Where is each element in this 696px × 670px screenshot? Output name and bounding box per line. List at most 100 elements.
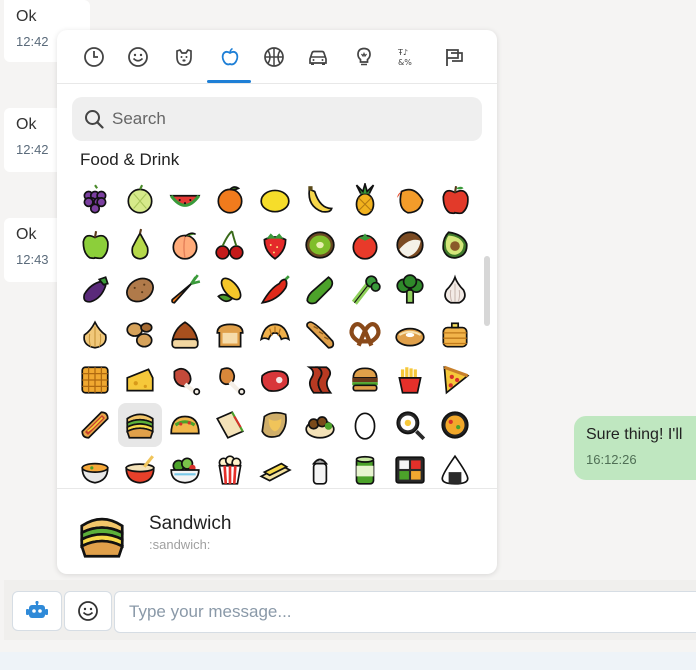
emoji-search-field[interactable]: Search [72,97,482,141]
category-tab-activity[interactable] [259,42,289,72]
poultry-leg-icon [219,367,246,396]
kiwi-icon [305,231,335,259]
emoji-pretzel[interactable] [343,313,387,357]
emoji-garlic[interactable] [433,268,477,312]
emoji-steak[interactable] [253,358,297,402]
hotdog-icon [81,411,109,439]
fried-egg-icon [396,411,426,441]
category-tab-flags[interactable] [439,42,469,72]
category-tab-recent[interactable] [79,42,109,72]
emoji-falafel[interactable] [298,403,342,447]
emoji-kiwi[interactable] [298,223,342,267]
emoji-red-apple[interactable] [433,178,477,222]
emoji-soup[interactable] [73,448,117,486]
popcorn-icon [218,455,242,485]
category-tab-people[interactable] [123,42,153,72]
message-input[interactable] [114,591,696,633]
section-title: Food & Drink [80,150,180,169]
emoji-cheese[interactable] [118,358,162,402]
canned-food-icon [355,455,375,485]
category-tab-objects[interactable] [349,42,379,72]
emoji-meat-on-bone[interactable] [163,358,207,402]
hot-pepper-icon [260,275,290,304]
emoji-banana[interactable] [298,178,342,222]
steak-icon [261,370,289,392]
emoji-bread[interactable] [208,313,252,357]
emoji-corn[interactable] [208,268,252,312]
emoji-cherries[interactable] [208,223,252,267]
emoji-salt[interactable] [298,448,342,486]
emoji-sandwich[interactable] [118,403,162,447]
emoji-hotdog[interactable] [73,403,117,447]
emoji-peach[interactable] [163,223,207,267]
emoji-fries[interactable] [388,358,432,402]
message-text: Ok [16,8,37,25]
lightbulb-icon [357,47,371,66]
emoji-green-apple[interactable] [73,223,117,267]
emoji-salad[interactable] [163,448,207,486]
category-tab-symbols[interactable]: Ŧ♪ &% [393,42,423,72]
emoji-butter[interactable] [253,448,297,486]
green-apple-icon [82,231,109,260]
emoji-taco[interactable] [163,403,207,447]
emoji-eggplant[interactable] [73,268,117,312]
emoji-mango[interactable] [388,178,432,222]
emoji-coconut[interactable] [388,223,432,267]
emoji-tamale[interactable] [253,403,297,447]
emoji-celery[interactable] [343,268,387,312]
bot-button[interactable] [12,591,62,631]
footer-band [0,652,696,670]
emoji-watermelon[interactable] [163,178,207,222]
emoji-baguette[interactable] [298,313,342,357]
emoji-bento[interactable] [388,448,432,486]
emoji-waffle[interactable] [73,358,117,402]
emoji-pineapple[interactable] [343,178,387,222]
emoji-canned-food[interactable] [343,448,387,486]
emoji-hot-pepper[interactable] [253,268,297,312]
garlic-icon [444,274,466,304]
emoji-grapes[interactable] [73,178,117,222]
emoji-hamburger[interactable] [343,358,387,402]
emoji-burrito[interactable] [208,403,252,447]
emoji-pizza[interactable] [433,358,477,402]
emoji-poultry-leg[interactable] [208,358,252,402]
emoji-paella[interactable] [433,403,477,447]
emoji-picker: Ŧ♪ &% Search Food & Drink Sandwich :sandw… [57,30,497,574]
emoji-strawberry[interactable] [253,223,297,267]
emoji-potato[interactable] [118,268,162,312]
svg-text:Ŧ♪: Ŧ♪ [397,48,408,57]
emoji-bowl[interactable] [118,448,162,486]
hamburger-icon [352,367,378,392]
emoji-grid-scrollbar[interactable] [484,256,490,326]
emoji-button[interactable] [64,591,112,631]
emoji-cucumber[interactable] [298,268,342,312]
emoji-popcorn[interactable] [208,448,252,486]
emoji-broccoli[interactable] [388,268,432,312]
emoji-onigiri[interactable] [433,448,477,486]
emoji-egg[interactable] [343,403,387,447]
emoji-onion[interactable] [73,313,117,357]
corn-icon [217,277,242,303]
category-tab-nature[interactable] [169,42,199,72]
emoji-chestnut[interactable] [163,313,207,357]
taco-icon [170,415,200,435]
emoji-croissant[interactable] [253,313,297,357]
emoji-fried-egg[interactable] [388,403,432,447]
emoji-bagel[interactable] [388,313,432,357]
emoji-tomato[interactable] [343,223,387,267]
emoji-peanuts[interactable] [118,313,162,357]
emoji-lemon[interactable] [253,178,297,222]
emoji-tangerine[interactable] [208,178,252,222]
symbols-icon: Ŧ♪&% [397,48,412,67]
emoji-carrot[interactable] [163,268,207,312]
pear-icon [131,228,149,260]
butter-icon [259,462,292,482]
emoji-avocado[interactable] [433,223,477,267]
emoji-bacon[interactable] [298,358,342,402]
emoji-pear[interactable] [118,223,162,267]
category-tab-food[interactable] [215,42,245,72]
emoji-pancakes[interactable] [433,313,477,357]
carrot-icon [171,274,201,304]
emoji-melon[interactable] [118,178,162,222]
category-tab-travel[interactable] [303,42,333,72]
